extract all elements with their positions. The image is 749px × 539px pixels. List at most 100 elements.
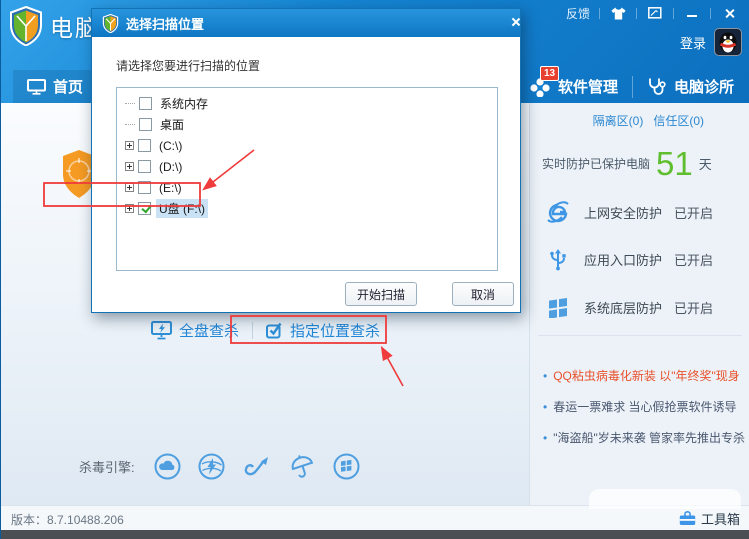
full-scan-button[interactable]: 全盘查杀: [151, 320, 239, 341]
sidebar: 隔离区(0) 信任区(0) 实时防护已保护电脑 51 天 上网安全防护 已开启: [529, 103, 749, 505]
protection-item-web[interactable]: 上网安全防护 已开启: [544, 198, 713, 226]
tree-item-drive-c[interactable]: (C:\): [117, 135, 497, 156]
app-logo: 电脑: [9, 6, 100, 46]
taskbar-strip: [1, 530, 749, 539]
windows-icon: [544, 296, 572, 318]
tree-item-drive-e[interactable]: (E:\): [117, 177, 497, 198]
umbrella-engine-icon: [289, 453, 316, 480]
dialog-prompt: 请选择您要进行扫描的位置: [116, 57, 260, 74]
divider: [710, 8, 711, 19]
window-controls: 反馈: [566, 4, 738, 22]
toolbox-button[interactable]: 工具箱: [679, 509, 740, 528]
expand-toggle[interactable]: [125, 141, 134, 150]
monitor-icon: [27, 79, 46, 95]
tree-item-system-memory[interactable]: 系统内存: [117, 93, 497, 114]
news-item[interactable]: • QQ粘虫病毒化新装 以"年终奖"现身: [543, 369, 746, 383]
zone-links: 隔离区(0) 信任区(0): [593, 112, 704, 129]
checkbox-system-memory[interactable]: [139, 97, 152, 110]
divider: [673, 8, 674, 19]
checkbox-desktop[interactable]: [139, 118, 152, 131]
login-link[interactable]: 登录: [680, 33, 706, 52]
stat-unit: 天: [699, 154, 712, 173]
stat-prefix: 实时防护已保护电脑: [542, 155, 650, 172]
custom-scan-icon: [266, 322, 283, 339]
scan-location-tree: 系统内存 桌面 (C:\) (D:\) (E:\): [116, 87, 498, 271]
protection-status: 已开启: [674, 250, 713, 269]
engine-bar: 杀毒引擎:: [79, 453, 360, 480]
news-item[interactable]: • "海盗船"岁未来袭 管家率先推出专杀: [543, 431, 746, 445]
full-scan-icon: [151, 321, 172, 340]
divider: [599, 8, 600, 19]
protection-item-usb[interactable]: 应用入口防护 已开启: [544, 245, 713, 273]
dialog-title: 选择扫描位置: [126, 14, 204, 33]
full-scan-label: 全盘查杀: [179, 320, 239, 341]
windows-engine-icon: [333, 453, 360, 480]
quarantine-link[interactable]: 隔离区(0): [593, 112, 644, 129]
start-scan-button[interactable]: 开始扫描: [345, 282, 417, 306]
version-label: 版本：8.7.10488.206: [11, 511, 124, 528]
expand-toggle[interactable]: [125, 204, 134, 213]
divider: [538, 335, 742, 336]
dialog-shield-icon: [102, 14, 119, 33]
login-area: 登录: [680, 28, 742, 56]
tab-clinic-label: 电脑诊所: [674, 76, 734, 97]
app-window: 电脑 反馈 登录: [0, 0, 749, 539]
usb-icon: [544, 247, 572, 271]
tab-home[interactable]: 首页: [13, 70, 97, 103]
checkbox-drive-e[interactable]: [138, 181, 151, 194]
ie-browser-icon: [544, 200, 572, 224]
close-button[interactable]: [720, 5, 738, 21]
dialog-titlebar[interactable]: 选择扫描位置: [92, 9, 520, 37]
protection-status: 已开启: [674, 203, 713, 222]
protection-label: 系统底层防护: [584, 298, 662, 317]
feedback-link[interactable]: 反馈: [566, 5, 590, 22]
bullet-icon: •: [543, 369, 547, 383]
checkbox-drive-d[interactable]: [138, 160, 151, 173]
protection-stat: 实时防护已保护电脑 51 天: [542, 147, 712, 180]
globe-engine-icon: [198, 453, 225, 480]
tab-software-manage[interactable]: 13 软件管理: [515, 70, 632, 103]
stethoscope-icon: [647, 77, 667, 96]
cancel-button[interactable]: 取消: [452, 282, 514, 306]
checkbox-drive-c[interactable]: [138, 139, 151, 152]
tree-item-drive-d[interactable]: (D:\): [117, 156, 497, 177]
trust-link[interactable]: 信任区(0): [653, 112, 704, 129]
tab-home-label: 首页: [53, 76, 83, 97]
custom-scan-button[interactable]: 指定位置查杀: [266, 320, 380, 341]
protection-item-system[interactable]: 系统底层防护 已开启: [544, 293, 713, 321]
nav-right: 13 软件管理 电脑诊所: [515, 70, 748, 103]
minimize-button[interactable]: [683, 5, 701, 21]
news-list: • QQ粘虫病毒化新装 以"年终奖"现身 • 春运一票难求 当心假抢票软件诱导 …: [543, 369, 746, 462]
app-logo-icon: [9, 6, 43, 46]
news-item[interactable]: • 春运一票难求 当心假抢票软件诱导: [543, 400, 746, 414]
bullet-icon: •: [543, 400, 547, 414]
tree-connector: [125, 103, 135, 104]
scan-location-dialog: 选择扫描位置 请选择您要进行扫描的位置 系统内存 桌面 (C:\): [91, 8, 521, 313]
protection-label: 上网安全防护: [584, 203, 662, 222]
toolbox-label: 工具箱: [701, 509, 740, 528]
main-panel-icon[interactable]: [646, 5, 664, 21]
protection-status: 已开启: [674, 298, 713, 317]
tree-connector: [125, 124, 135, 125]
custom-scan-label: 指定位置查杀: [290, 320, 380, 341]
tab-pc-clinic[interactable]: 电脑诊所: [633, 70, 748, 103]
swoosh-engine-icon: [242, 454, 272, 480]
checkbox-usb-f[interactable]: [138, 202, 151, 215]
engines-label: 杀毒引擎:: [79, 457, 135, 476]
tree-item-desktop[interactable]: 桌面: [117, 114, 497, 135]
divider: [252, 322, 253, 339]
toolbox-icon: [679, 511, 696, 526]
expand-toggle[interactable]: [125, 183, 134, 192]
watermark: [589, 489, 741, 509]
scan-links: 全盘查杀 指定位置查杀: [151, 320, 380, 341]
cloud-engine-icon: [154, 453, 181, 480]
protection-label: 应用入口防护: [584, 250, 662, 269]
bullet-icon: •: [543, 431, 547, 445]
qq-avatar[interactable]: [714, 28, 742, 56]
tree-item-usb-f[interactable]: U盘 (F:\): [117, 198, 497, 219]
divider: [636, 8, 637, 19]
expand-toggle[interactable]: [125, 162, 134, 171]
tab-software-label: 软件管理: [558, 76, 618, 97]
skin-icon[interactable]: [609, 5, 627, 21]
stat-days: 51: [656, 147, 693, 180]
